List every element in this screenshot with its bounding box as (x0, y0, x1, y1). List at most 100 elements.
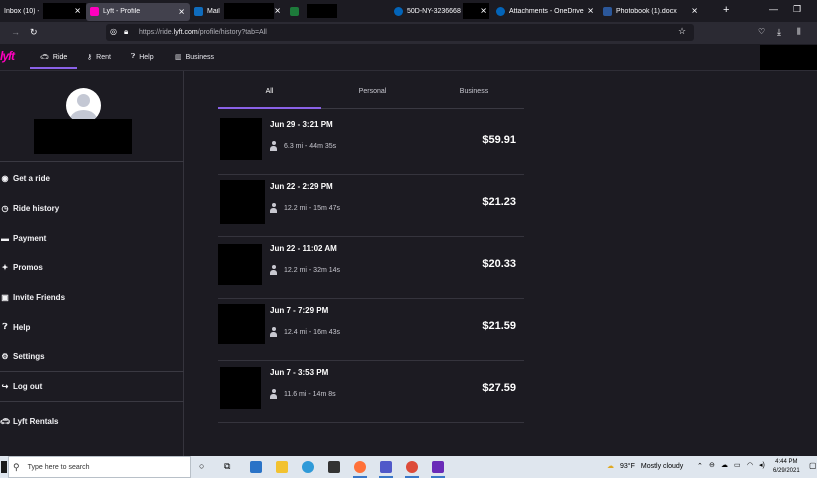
browser-tab-sheet[interactable] (286, 0, 390, 22)
avatar[interactable] (66, 88, 101, 123)
ride-meta: 12.2 mi - 15m 47s (270, 203, 340, 213)
nav-ride[interactable]: 🚗︎ Ride (40, 53, 67, 62)
sidebar-item-lyft-rentals[interactable]: 🚗︎ Lyft Rentals (0, 410, 184, 432)
sidebar: ◉ Get a ride ◷ Ride history ▬ Payment ✦ Prom… (0, 71, 184, 456)
ride-meta: 12.4 mi - 16m 43s (270, 327, 340, 337)
ride-row[interactable]: Jun 7 - 7:29 PM 12.4 mi - 16m 43s $21.59 (218, 299, 524, 361)
restore-icon[interactable]: ❐ (793, 4, 801, 15)
sidebar-item-ride-history[interactable]: ◷ Ride history (0, 197, 184, 219)
nav-help[interactable]: ❓︎ Help (131, 53, 154, 61)
cloud-favicon-icon (394, 6, 403, 16)
person-icon (270, 141, 277, 151)
battery-icon[interactable]: ▭ (734, 461, 741, 469)
person-icon (270, 203, 277, 213)
volume-icon[interactable]: ◂) (759, 461, 765, 469)
cloud-sun-icon: ☁ (607, 463, 614, 470)
notification-icon[interactable]: ▢ (809, 461, 817, 470)
edge-icon[interactable] (302, 461, 314, 473)
mail-app-icon[interactable] (250, 461, 262, 473)
browser-tab-onedrive-doc[interactable]: 50D-NY-3236668 ✕ (390, 0, 492, 22)
taskbar-clock[interactable]: 4:44 PM 6/29/2021 (773, 458, 800, 476)
browser-tab-photobook[interactable]: Photobook (1).docx ✕ (599, 0, 703, 22)
close-icon[interactable]: ✕ (587, 7, 594, 16)
sidebar-item-label: Help (13, 322, 31, 332)
car-icon: 🚗︎ (40, 54, 49, 61)
firefox-icon[interactable] (354, 461, 366, 473)
tab-title: Inbox (10) - (4, 7, 39, 15)
sidebar-item-label: Lyft Rentals (13, 416, 59, 426)
sidebar-item-help[interactable]: ❓︎ Help (0, 316, 184, 338)
nav-business[interactable]: ▥ Business (175, 53, 214, 62)
ride-row[interactable]: Jun 7 - 3:53 PM 11.6 mi - 14m 8s $27.59 (218, 361, 524, 423)
minimize-icon[interactable]: — (769, 4, 778, 14)
sidebar-item-settings[interactable]: ⚙ Settings (0, 345, 184, 367)
forward-icon[interactable]: → (11, 27, 20, 37)
new-tab-button[interactable]: + (723, 4, 729, 16)
sidebar-item-promos[interactable]: ✦ Promos (0, 256, 184, 278)
lyft-logo[interactable]: lyft (0, 49, 15, 63)
network-icon[interactable]: ⊖ (709, 461, 715, 469)
chrome-icon[interactable] (406, 461, 418, 473)
map-thumbnail (220, 367, 261, 409)
close-icon[interactable]: ✕ (274, 7, 281, 16)
browser-tab-attachments[interactable]: Attachments - OneDrive ✕ (492, 0, 599, 22)
redaction (34, 119, 132, 154)
file-explorer-icon[interactable] (276, 461, 288, 473)
lyft-header: lyft 🚗︎ Ride ⚷ Rent ❓︎ Help ▥ Business (0, 44, 817, 71)
reload-icon[interactable]: ↻ (30, 27, 38, 38)
close-icon[interactable]: ✕ (178, 7, 185, 16)
ride-distance-duration: 12.2 mi - 32m 14s (284, 266, 341, 274)
pocket-icon[interactable]: ♡ (758, 27, 765, 36)
close-icon[interactable]: ✕ (691, 7, 698, 16)
map-thumbnail (218, 304, 265, 344)
search-placeholder: Type here to search (27, 463, 90, 471)
chevron-up-icon[interactable]: ⌃ (697, 462, 703, 470)
close-icon[interactable]: ✕ (480, 7, 487, 16)
nav-active-indicator (30, 67, 77, 69)
teams-icon[interactable] (380, 461, 392, 473)
windows-start-icon[interactable] (1, 461, 7, 473)
url-path: /profile/history?tab=All (197, 29, 267, 36)
browser-tab-mail[interactable]: Mail ✕ (190, 0, 286, 22)
url-host: lyft.com (173, 29, 198, 36)
shield-icon[interactable]: ◎ (110, 27, 117, 36)
sidebar-item-payment[interactable]: ▬ Payment (0, 227, 184, 249)
tab-title: Lyft - Profile (103, 8, 141, 15)
nav-rent[interactable]: ⚷ Rent (87, 53, 111, 62)
cortana-icon[interactable]: ○ (199, 461, 204, 471)
lock-icon: 🔒︎ (124, 27, 129, 36)
wifi-icon[interactable]: ◠ (747, 461, 753, 469)
tab-all[interactable]: All (218, 88, 321, 108)
divider (0, 371, 184, 372)
ride-datetime: Jun 22 - 11:02 AM (270, 244, 337, 253)
taskbar-search-input[interactable]: ⚲ Type here to search (8, 456, 191, 478)
person-icon (270, 389, 277, 399)
bookmark-star-icon[interactable]: ☆ (678, 26, 686, 37)
ride-price: $21.23 (482, 196, 516, 208)
ride-row[interactable]: Jun 29 - 3:21 PM 6.3 mi - 44m 35s $59.91 (218, 113, 524, 175)
cloud-icon[interactable]: ☁ (721, 461, 728, 469)
tab-business[interactable]: Business (424, 88, 524, 108)
browser-tab-inbox[interactable]: Inbox (10) - ✕ (0, 0, 86, 22)
ride-row[interactable]: Jun 22 - 2:29 PM 12.2 mi - 15m 47s $21.2… (218, 175, 524, 237)
redaction (223, 3, 274, 19)
close-icon[interactable]: ✕ (74, 7, 81, 16)
task-view-icon[interactable]: ⧉ (224, 461, 230, 472)
library-icon[interactable]: ⫼ (797, 27, 801, 37)
weather-widget[interactable]: ☁ 93°F Mostly cloudy (607, 462, 683, 471)
ride-row[interactable]: Jun 22 - 11:02 AM 12.2 mi - 32m 14s $20.… (218, 237, 524, 299)
url-prefix: https://ride. (139, 29, 174, 36)
app-icon[interactable] (432, 461, 444, 473)
download-icon[interactable]: ⤓ (777, 27, 781, 38)
sheet-favicon-icon (290, 6, 299, 16)
ride-datetime: Jun 22 - 2:29 PM (270, 182, 333, 191)
sidebar-item-log-out[interactable]: ↪ Log out (0, 375, 184, 397)
map-thumbnail (218, 244, 262, 285)
tab-personal[interactable]: Personal (321, 88, 424, 108)
store-icon[interactable] (328, 461, 340, 473)
sidebar-item-get-a-ride[interactable]: ◉ Get a ride (0, 167, 184, 189)
browser-tab-lyft[interactable]: Lyft - Profile ✕ (86, 2, 190, 21)
card-icon: ▬ (1, 233, 9, 243)
sidebar-item-invite-friends[interactable]: ▣ Invite Friends (0, 286, 184, 308)
ride-price: $20.33 (482, 258, 516, 270)
